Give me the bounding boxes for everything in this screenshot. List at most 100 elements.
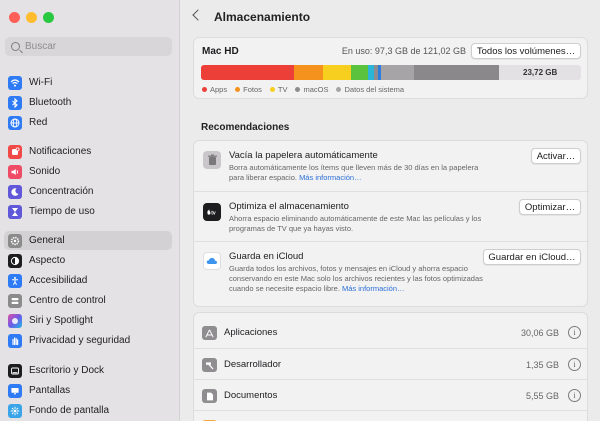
all-volumes-button[interactable]: Todos los volúmenes… [471, 43, 581, 59]
applications-icon [202, 326, 217, 340]
save-to-icloud-button[interactable]: Guardar en iCloud… [483, 249, 581, 265]
legend-dot [202, 87, 207, 92]
sidebar-item-label: Tiempo de uso [29, 206, 95, 217]
svg-text:tv: tv [211, 210, 216, 216]
storage-segment [322, 65, 352, 80]
sidebar-item-aspecto[interactable]: Aspecto [4, 251, 172, 270]
sidebar-item-label: Fondo de pantalla [29, 405, 110, 416]
sidebar-item-label: Aspecto [29, 255, 66, 266]
list-item[interactable] [194, 410, 587, 421]
apple-tv-icon: tv [203, 203, 221, 221]
sidebar-item-notificaciones[interactable]: Notificaciones [4, 142, 172, 161]
recommendation-title: Optimiza el almacenamiento [229, 201, 349, 212]
category-name: Aplicaciones [224, 327, 278, 338]
sidebar-item-accesibilidad[interactable]: Accesibilidad [4, 271, 172, 290]
sidebar: Wi-Fi Bluetooth Red Notificaciones Sonid… [0, 0, 180, 421]
recommendation-title: Guarda en iCloud [229, 251, 304, 262]
disk-summary: Mac HD En uso: 97,3 GB de 121,02 GB Todo… [193, 37, 588, 99]
sidebar-item-escritorio-y-dock[interactable]: Escritorio y Dock [4, 361, 172, 380]
search-icon [11, 42, 20, 51]
sidebar-item-red[interactable]: Red [4, 113, 172, 132]
legend-item-macos: macOS [295, 85, 328, 94]
storage-segment [201, 65, 295, 80]
sidebar-item-label: Notificaciones [29, 146, 92, 157]
sidebar-item-siri-y-spotlight[interactable]: Siri y Spotlight [4, 311, 172, 330]
legend-dot [336, 87, 342, 92]
storage-categories-list: Aplicaciones 30,06 GB i Desarrollador 1,… [193, 312, 588, 421]
zoom-icon[interactable] [43, 12, 54, 23]
sidebar-item-concentracion[interactable]: Concentración [4, 182, 172, 201]
sidebar-item-privacidad-y-seguridad[interactable]: Privacidad y seguridad [4, 331, 172, 350]
sidebar-item-label: Sonido [29, 166, 61, 177]
free-space-label: 23,72 GB [523, 68, 558, 77]
sidebar-item-label: Siri y Spotlight [29, 315, 93, 326]
sidebar-item-fondo-de-pantalla[interactable]: Fondo de pantalla [4, 401, 172, 420]
sidebar-item-label: Centro de control [29, 295, 106, 306]
minimize-icon[interactable] [26, 12, 37, 23]
more-info-link[interactable]: Más información… [342, 284, 405, 293]
recommendations-panel: Vacía la papelera automáticamente Borra … [193, 140, 589, 307]
speaker-icon [8, 164, 22, 179]
hand-icon [8, 333, 22, 348]
category-size: 5,55 GB [525, 391, 559, 401]
control-center-icon [8, 293, 22, 308]
back-chevron-icon[interactable] [192, 9, 204, 21]
recommendation-trash: Vacía la papelera automáticamente Borra … [194, 141, 589, 191]
list-item-desarrollador[interactable]: Desarrollador 1,35 GB i [194, 348, 587, 379]
legend-item-apps: Apps [202, 85, 227, 94]
disk-name: Mac HD [202, 46, 239, 57]
gear-icon [8, 233, 22, 248]
recommendation-title: Vacía la papelera automáticamente [229, 150, 378, 161]
sidebar-item-centro-de-control[interactable]: Centro de control [4, 291, 172, 310]
sidebar-item-general[interactable]: General [4, 231, 172, 250]
recommendation-icloud: Guarda en iCloud Guarda todos los archiv… [194, 241, 589, 307]
legend-item-tv: TV [269, 85, 287, 94]
sidebar-item-tiempo-de-uso[interactable]: Tiempo de uso [4, 202, 172, 221]
recommendation-description: Borra automáticamente los ítems que llev… [229, 163, 479, 182]
storage-segment [351, 65, 369, 80]
sidebar-item-label: Pantallas [29, 385, 71, 396]
title-bar: Almacenamiento [181, 0, 600, 34]
sidebar-item-bluetooth[interactable]: Bluetooth [4, 93, 172, 112]
sidebar-item-label: Bluetooth [29, 97, 72, 108]
window-controls [9, 12, 54, 23]
page-title: Almacenamiento [214, 10, 311, 24]
recommendation-description: Guarda todos los archivos, fotos y mensa… [229, 264, 483, 293]
activate-button[interactable]: Activar… [531, 148, 581, 164]
sidebar-item-sonido[interactable]: Sonido [4, 162, 172, 181]
search-field[interactable] [5, 37, 172, 56]
sidebar-item-pantallas[interactable]: Pantallas [4, 381, 172, 400]
info-icon[interactable]: i [568, 389, 581, 402]
bluetooth-icon [8, 95, 22, 110]
hammer-icon [202, 358, 217, 372]
optimize-button[interactable]: Optimizar… [519, 199, 581, 215]
sidebar-item-label: Accesibilidad [29, 275, 88, 286]
category-size: 1,35 GB [525, 360, 559, 370]
search-input[interactable] [25, 41, 165, 52]
sidebar-item-label: Escritorio y Dock [29, 365, 105, 376]
legend-dot [269, 87, 275, 92]
main-pane: Almacenamiento Mac HD En uso: 97,3 GB de… [181, 0, 600, 421]
display-icon [8, 383, 22, 398]
trash-icon [203, 151, 221, 169]
legend-dot [295, 87, 301, 92]
info-icon[interactable]: i [568, 358, 581, 371]
list-item-aplicaciones[interactable]: Aplicaciones 30,06 GB i [194, 317, 587, 348]
list-item-documentos[interactable]: Documentos 5,55 GB i [194, 379, 587, 410]
storage-segment [413, 65, 500, 80]
info-icon[interactable]: i [568, 326, 581, 339]
category-name: Documentos [224, 390, 278, 401]
wifi-icon [8, 75, 22, 90]
sidebar-item-wifi[interactable]: Wi-Fi [4, 73, 172, 92]
legend-item-fotos: Fotos [235, 85, 262, 94]
appearance-icon [8, 253, 22, 268]
storage-segment [294, 65, 323, 80]
recommendation-optimize: tv Optimiza el almacenamiento Ahorra esp… [194, 191, 589, 241]
legend-item-datos-del-sistema: Datos del sistema [336, 85, 404, 94]
bell-icon [8, 144, 22, 159]
more-info-link[interactable]: Más información… [299, 173, 362, 182]
close-icon[interactable] [9, 12, 20, 23]
storage-segment [381, 65, 414, 80]
recommendation-description: Ahorra espacio eliminando automáticament… [229, 214, 482, 233]
wallpaper-icon [8, 403, 22, 418]
